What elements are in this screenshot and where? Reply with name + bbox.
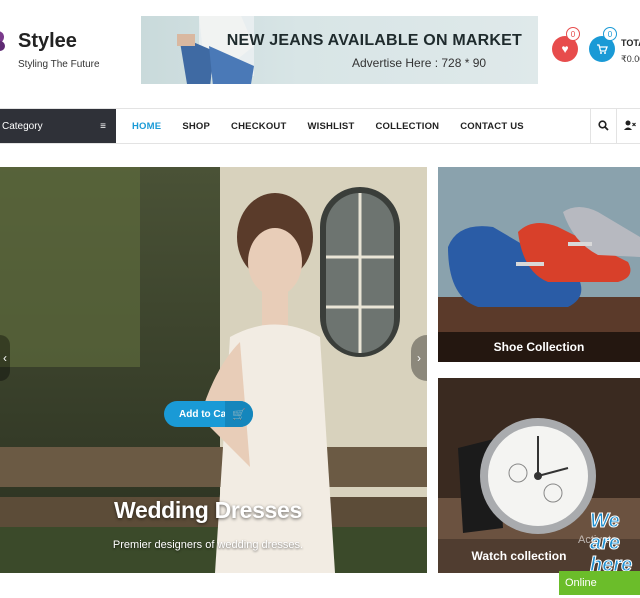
category-menu-button[interactable]: Category ≡ (0, 109, 116, 143)
brand-tagline: Styling The Future (18, 59, 100, 70)
nav-divider (616, 109, 617, 143)
search-icon[interactable] (598, 120, 609, 131)
page: Stylee Styling The Future NEW JEANS AVAI… (0, 0, 640, 598)
slider-next-arrow[interactable]: › (411, 335, 427, 381)
add-to-cart-button[interactable]: Add to Cart 🛒 (164, 401, 253, 427)
chevron-left-icon: ‹ (3, 351, 7, 365)
chevron-right-icon: › (417, 351, 421, 365)
online-chat-button[interactable]: Online (559, 571, 640, 595)
nav-divider (590, 109, 591, 143)
cart-count-badge: 0 (603, 27, 617, 41)
nav-item-checkout[interactable]: CHECKOUT (231, 121, 286, 132)
ad-title: NEW JEANS AVAILABLE ON MARKET (226, 32, 522, 49)
nav-item-wishlist[interactable]: WISHLIST (307, 121, 354, 132)
ad-banner[interactable]: NEW JEANS AVAILABLE ON MARKET Advertise … (141, 16, 538, 84)
logo-flower-icon (0, 31, 5, 51)
category-label: Category (2, 120, 43, 132)
brand-name[interactable]: Stylee (18, 30, 77, 53)
cart-icon: 🛒 (225, 401, 253, 427)
cart-total-value: ₹0.00 (621, 54, 640, 64)
user-icon[interactable] (624, 120, 636, 131)
ad-model-image (177, 16, 254, 84)
online-label: Online (565, 577, 597, 589)
shoe-collection-card[interactable]: Shoe Collection (438, 167, 640, 362)
slider-prev-arrow[interactable]: ‹ (0, 335, 10, 381)
hero-slider[interactable]: Wedding Dresses Premier designers of wed… (0, 167, 427, 573)
hero-subtitle: Premier designers of wedding dresses. (112, 539, 304, 551)
nav-item-shop[interactable]: SHOP (182, 121, 210, 132)
heart-icon: ♥ (561, 42, 569, 56)
nav-item-home[interactable]: HOME (132, 121, 161, 132)
chat-brand-text[interactable]: We are here (590, 510, 640, 577)
nav-item-contact-us[interactable]: CONTACT US (460, 121, 524, 132)
hero-title: Wedding Dresses (113, 497, 303, 523)
hamburger-icon: ≡ (100, 120, 106, 132)
nav-bottom-divider (0, 143, 640, 144)
main-nav: HOME SHOP CHECKOUT WISHLIST COLLECTION C… (132, 109, 545, 143)
cart-icon (597, 44, 608, 54)
nav-item-collection[interactable]: COLLECTION (375, 121, 439, 132)
wishlist-count-badge: 0 (566, 27, 580, 41)
ad-subtitle: Advertise Here : 728 * 90 (352, 56, 487, 70)
shoe-collection-label: Shoe Collection (438, 332, 640, 362)
cart-total-label: TOTAL (621, 38, 640, 48)
